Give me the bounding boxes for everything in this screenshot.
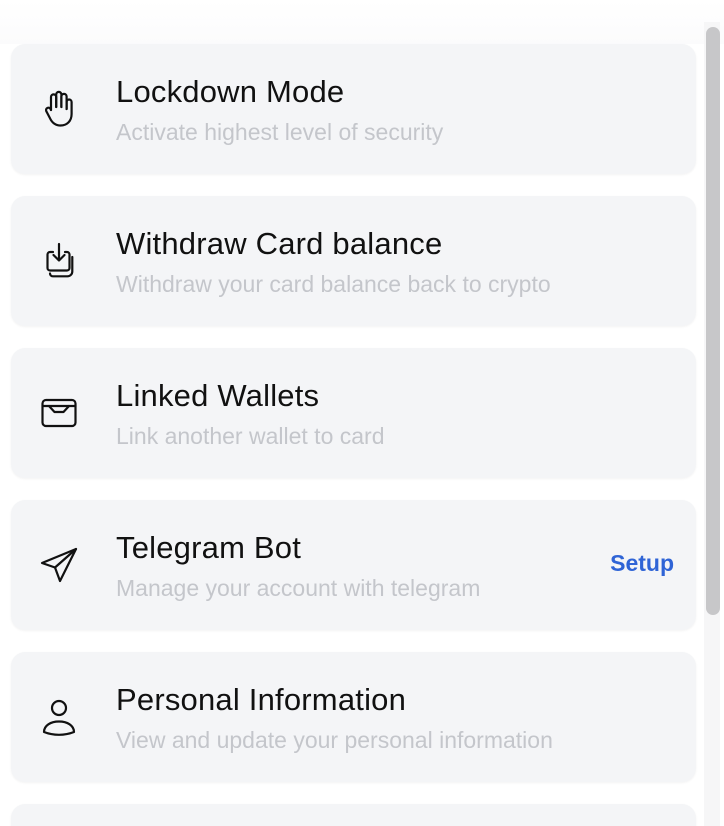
settings-item-telegram-bot[interactable]: Telegram Bot Manage your account with te… <box>11 500 696 630</box>
send-icon <box>37 543 81 587</box>
settings-item-title: Telegram Bot <box>116 530 302 565</box>
settings-item-title: Lockdown Mode <box>116 74 345 109</box>
user-icon <box>37 695 81 739</box>
settings-item-linked-wallets[interactable]: Linked Wallets Link another wallet to ca… <box>11 348 696 478</box>
settings-item-subtitle: Manage your account with telegram <box>116 575 481 601</box>
settings-item-subtitle: Link another wallet to card <box>116 423 385 449</box>
wallet-icon <box>37 391 81 435</box>
settings-item-withdraw-card-balance[interactable]: Withdraw Card balance Withdraw your card… <box>11 196 696 326</box>
settings-item-personal-information[interactable]: Personal Information View and update you… <box>11 652 696 782</box>
settings-item-subtitle: View and update your personal informatio… <box>116 727 553 753</box>
settings-item-partial[interactable] <box>11 804 696 826</box>
settings-item-title: Withdraw Card balance <box>116 226 443 261</box>
header-area <box>0 0 724 44</box>
settings-item-lockdown-mode[interactable]: Lockdown Mode Activate highest level of … <box>11 44 696 174</box>
scrollbar-thumb[interactable] <box>706 27 720 615</box>
settings-item-subtitle: Activate highest level of security <box>116 119 444 145</box>
settings-list: Lockdown Mode Activate highest level of … <box>11 44 696 826</box>
settings-item-title: Linked Wallets <box>116 378 320 413</box>
setup-button[interactable]: Setup <box>610 550 674 577</box>
hand-icon <box>37 87 81 131</box>
withdraw-icon <box>37 239 81 283</box>
settings-page: Lockdown Mode Activate highest level of … <box>0 0 724 826</box>
settings-item-subtitle: Withdraw your card balance back to crypt… <box>116 271 551 297</box>
settings-item-title: Personal Information <box>116 682 407 717</box>
